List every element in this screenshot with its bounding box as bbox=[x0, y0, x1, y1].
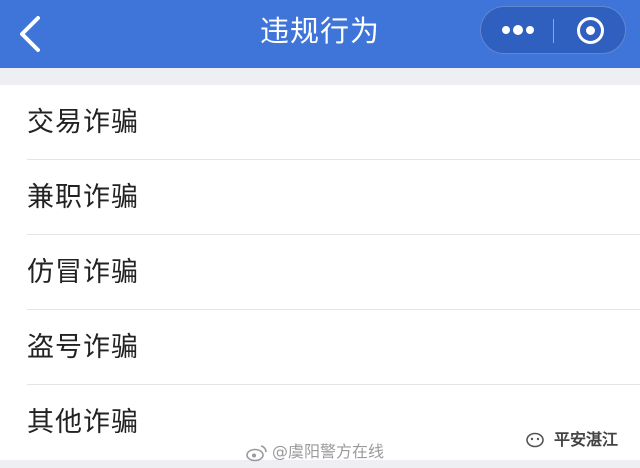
weibo-watermark-text: @虞阳警方在线 bbox=[272, 442, 385, 461]
list-item-account-theft-fraud[interactable]: 盗号诈骗 bbox=[0, 310, 640, 385]
list-item-label: 其他诈骗 bbox=[27, 407, 139, 438]
list-item-impersonation-fraud[interactable]: 仿冒诈骗 bbox=[0, 235, 640, 310]
violation-list: 交易诈骗 兼职诈骗 仿冒诈骗 盗号诈骗 其他诈骗 bbox=[0, 85, 640, 460]
more-button[interactable] bbox=[481, 7, 553, 55]
weibo-icon bbox=[246, 444, 267, 461]
account-watermark-text: 平安湛江 bbox=[554, 430, 619, 449]
list-item-label: 仿冒诈骗 bbox=[27, 257, 139, 288]
wechat-icon bbox=[526, 432, 544, 447]
list-item-label: 兼职诈骗 bbox=[27, 182, 139, 213]
list-item-label: 盗号诈骗 bbox=[27, 332, 139, 363]
account-watermark: 平安湛江 bbox=[526, 428, 618, 452]
list-item-label: 交易诈骗 bbox=[27, 107, 139, 138]
weibo-watermark: @虞阳警方在线 bbox=[246, 440, 384, 464]
section-gap bbox=[0, 68, 640, 85]
back-button[interactable] bbox=[14, 14, 54, 54]
chevron-left-icon bbox=[20, 16, 40, 52]
nav-bar: 违规行为 bbox=[0, 0, 640, 68]
dot bbox=[526, 26, 534, 34]
dot bbox=[502, 26, 510, 34]
dot bbox=[513, 25, 523, 35]
close-miniprogram-button[interactable] bbox=[554, 7, 626, 55]
menu-capsule bbox=[480, 6, 626, 54]
list-item-trade-fraud[interactable]: 交易诈骗 bbox=[0, 85, 640, 160]
ring-core bbox=[586, 26, 595, 35]
list-item-parttime-fraud[interactable]: 兼职诈骗 bbox=[0, 160, 640, 235]
